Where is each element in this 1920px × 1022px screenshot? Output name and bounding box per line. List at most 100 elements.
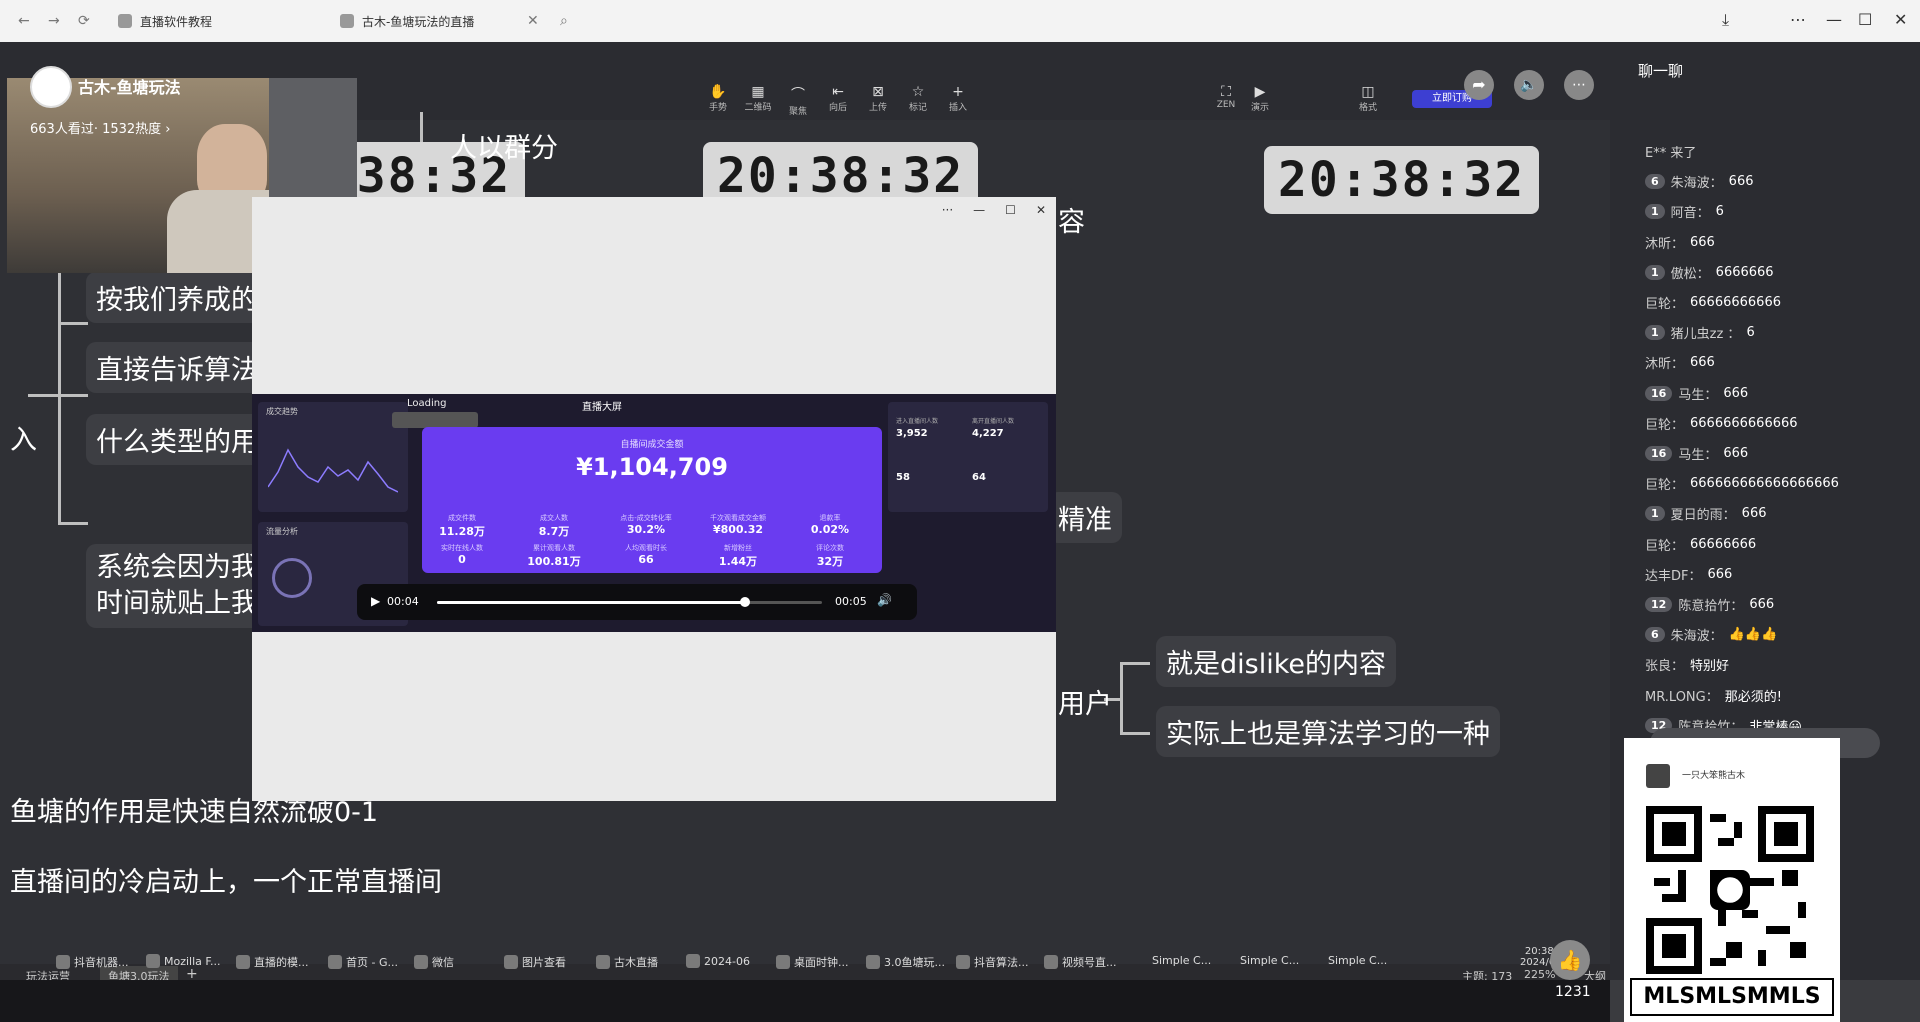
chat-username[interactable]: 巨轮： (1645, 293, 1684, 312)
chat-username[interactable]: 阿音： (1671, 202, 1710, 221)
metric: 点击-成交转化率 30.2% (606, 513, 686, 536)
progress-thumb[interactable] (740, 597, 750, 607)
chat-username[interactable]: 达丰DF： (1645, 565, 1702, 584)
download-icon[interactable]: ⤓ (1722, 10, 1729, 30)
taskbar-item[interactable]: Mozilla F... (146, 954, 220, 968)
taskbar-item[interactable]: 抖音算法... (956, 954, 1029, 970)
progress-track[interactable] (437, 597, 822, 607)
current-time: 00:04 (387, 595, 419, 608)
video-frame[interactable]: 成交趋势 流量分析 Loading 直播大屏 自播间成交金额 ¥1,104,70… (252, 394, 1056, 632)
taskbar-item[interactable]: Simple C... (1152, 954, 1211, 967)
metric-value: 66 (638, 553, 654, 566)
chat-username[interactable]: 朱海波： (1671, 625, 1723, 644)
ppt-tool[interactable]: ▶ 演示 (1242, 84, 1278, 113)
chat-username[interactable]: 张良： (1645, 655, 1684, 674)
taskbar-item[interactable]: Simple C... (1240, 954, 1299, 967)
maximize-button[interactable]: ☐ (1005, 203, 1016, 217)
ppt-tool[interactable]: ⌒ 聚焦 (780, 84, 816, 117)
chat-username[interactable]: 马生： (1678, 444, 1717, 463)
ppt-tool[interactable]: ▦ 二维码 (740, 84, 776, 113)
chat-username[interactable]: 马生： (1678, 384, 1717, 403)
chat-username[interactable]: 巨轮： (1645, 414, 1684, 433)
chat-username[interactable]: 猪儿虫zz ： (1671, 323, 1741, 342)
connector-line (1120, 732, 1150, 735)
more-icon[interactable]: ⋯ (1564, 70, 1594, 100)
metric-value: 0.02% (810, 523, 850, 536)
taskbar-item[interactable]: 古木直播 (596, 954, 658, 970)
chat-text: 66666666666 (1690, 295, 1781, 310)
mindmap-node: 入 (10, 425, 37, 456)
taskbar-item[interactable]: 2024-06 (686, 954, 750, 968)
tab-label: 古木-鱼塘玩法的直播 (362, 14, 475, 29)
share-icon[interactable]: ➦ (1464, 70, 1494, 100)
mindmap-node: 人以群分 (450, 133, 558, 164)
donut-chart (272, 558, 312, 598)
ppt-tool[interactable]: ⇤ 向后 (820, 84, 856, 113)
taskbar-item[interactable]: 3.0鱼塘玩... (866, 954, 945, 970)
chat-text: 666 (1741, 506, 1767, 522)
taskbar-item[interactable]: Simple C... (1328, 954, 1387, 967)
close-button[interactable]: ✕ (1894, 10, 1907, 29)
taskbar-item[interactable]: 抖音机器... (56, 954, 129, 970)
tab-course[interactable]: 直播软件教程 (108, 6, 222, 36)
app-icon (956, 955, 970, 969)
taskbar-item[interactable]: 图片查看 (504, 954, 566, 970)
ppt-tool[interactable]: ☆ 标记 (900, 84, 936, 113)
chat-username[interactable]: 傲松： (1671, 263, 1710, 282)
trend-panel: 成交趋势 (258, 402, 408, 512)
viewer-stats[interactable]: 663人看过· 1532热度 › (30, 118, 171, 137)
chat-username[interactable]: 巨轮： (1645, 535, 1684, 554)
taskbar-item[interactable]: 首页 - G... (328, 954, 398, 970)
forward-icon[interactable]: → (48, 13, 60, 29)
like-button[interactable]: 👍 (1550, 940, 1590, 980)
taskbar-item[interactable]: 桌面时钟... (776, 954, 849, 970)
menu-icon[interactable]: ⋯ (1790, 10, 1806, 29)
stats-panel: 3,952 进入直播间人数 4,227 离开直播间人数 58 64 (888, 402, 1048, 512)
maximize-button[interactable]: ☐ (1858, 10, 1872, 29)
qr-label: MLSMLSMMLS (1630, 978, 1834, 1016)
search-icon[interactable]: ⌕ (560, 13, 568, 29)
chat-username[interactable]: 巨轮： (1645, 474, 1684, 493)
connector-line (58, 322, 88, 325)
play-button[interactable]: ▶ (371, 594, 380, 608)
chat-username[interactable]: E** 来了 (1645, 142, 1696, 161)
ppt-tool[interactable]: + 插入 (940, 84, 976, 113)
back-icon[interactable]: ← (18, 13, 30, 29)
chat-message: 沐昕： 666 (1645, 233, 1715, 252)
tab-live[interactable]: 古木-鱼塘玩法的直播 (330, 6, 484, 36)
metric: 评论次数 32万 (790, 543, 870, 569)
streamer-avatar[interactable] (30, 66, 72, 108)
metric: 新增粉丝 1.44万 (698, 543, 778, 569)
ppt-tool[interactable]: ⛶ ZEN (1208, 84, 1244, 110)
taskbar-item[interactable]: 直播的模... (236, 954, 309, 970)
close-tab-icon[interactable]: ✕ (527, 13, 539, 29)
chat-username[interactable]: 陈意拾竹： (1678, 595, 1743, 614)
chat-username[interactable]: MR.LONG： (1645, 686, 1719, 705)
close-button[interactable]: ✕ (1036, 203, 1046, 217)
minimize-button[interactable]: — (1826, 10, 1842, 29)
mindmap-node-line: 时间就贴上我 (96, 588, 258, 619)
bottom-strip (0, 980, 1610, 1022)
more-icon[interactable]: ··· (942, 203, 953, 217)
taskbar-item[interactable]: 视频号直... (1044, 954, 1117, 970)
chat-username[interactable]: 沐昕： (1645, 233, 1684, 252)
ppt-tool-label: 向后 (828, 103, 847, 113)
ppt-tool[interactable]: ✋ 手势 (700, 84, 736, 113)
chat-message: 巨轮： 66666666 (1645, 535, 1756, 554)
qr-code[interactable] (1646, 806, 1814, 974)
panel-title: 成交趋势 (266, 407, 298, 416)
reload-icon[interactable]: ⟳ (78, 13, 90, 29)
chat-username[interactable]: 沐昕： (1645, 353, 1684, 372)
taskbar-item[interactable]: 微信 (414, 954, 454, 970)
ppt-tool[interactable]: ◫ 格式 (1350, 84, 1386, 113)
ppt-tool[interactable]: ⊠ 上传 (860, 84, 896, 113)
streamer-name[interactable]: 古木-鱼塘玩法 (78, 74, 181, 98)
chat-username[interactable]: 朱海波： (1671, 172, 1723, 191)
minimize-button[interactable]: — (973, 203, 985, 217)
volume-button[interactable]: 🔊 (877, 593, 892, 607)
chat-message: 16 马生： 666 (1645, 444, 1748, 463)
taskbar-item-label: 直播的模... (254, 956, 309, 969)
chat-username[interactable]: 夏日的雨： (1671, 504, 1736, 523)
qr-card: 一只大笨熊古木 MLSMLSMMLS (1624, 738, 1840, 1022)
volume-icon[interactable]: 🔈 (1514, 70, 1544, 100)
